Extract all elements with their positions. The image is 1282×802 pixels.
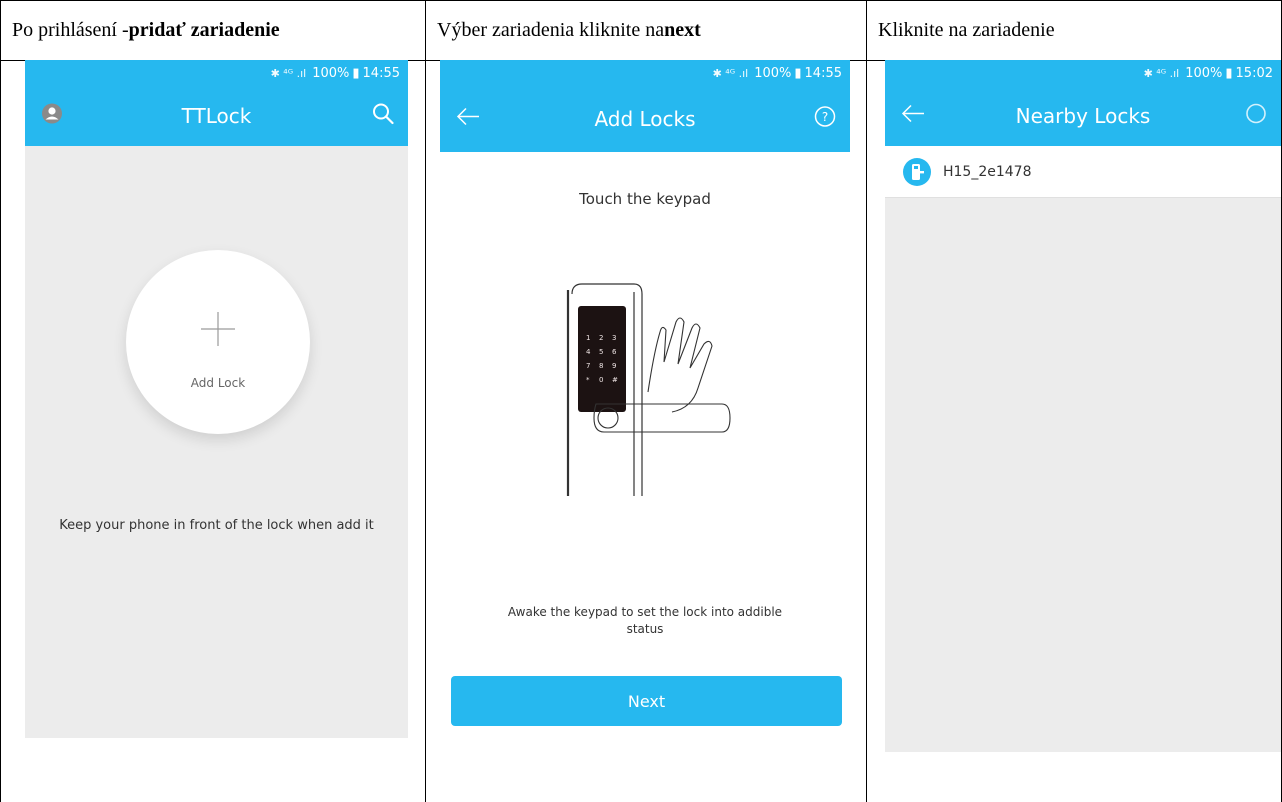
back-arrow-icon[interactable] xyxy=(456,107,480,131)
avatar-icon[interactable] xyxy=(41,103,63,130)
app-bar: Nearby Locks xyxy=(885,86,1281,146)
lock-name: H15_2e1478 xyxy=(943,163,1032,180)
list-item[interactable]: H15_2e1478 xyxy=(885,146,1281,198)
battery-icon: ▮ xyxy=(352,65,360,81)
search-icon[interactable] xyxy=(372,103,394,130)
svg-text:?: ? xyxy=(822,110,828,124)
refresh-spinner-icon[interactable] xyxy=(1245,103,1267,130)
bluetooth-icon: ✱ ⁴ᴳ .ıl xyxy=(712,66,749,80)
column-header-1: Po prihlásení - pridať zariadenie xyxy=(0,0,425,60)
battery-icon: ▮ xyxy=(1225,65,1233,81)
help-icon[interactable]: ? xyxy=(814,106,836,133)
keypad-key: 2 xyxy=(599,334,603,342)
keypad-key: 8 xyxy=(599,362,603,370)
header-text: Kliknite na zariadenie xyxy=(878,18,1055,41)
keypad-key: 5 xyxy=(599,348,603,356)
lock-device-icon xyxy=(903,157,931,186)
keypad-key: 7 xyxy=(586,362,590,370)
status-bar: ✱ ⁴ᴳ .ıl 100% ▮ 14:55 xyxy=(440,60,850,86)
hint-text: Keep your phone in front of the lock whe… xyxy=(59,518,374,533)
keypad-key: 4 xyxy=(586,348,591,356)
table-column-divider xyxy=(866,0,867,802)
battery-level: 100% xyxy=(1185,65,1223,81)
next-button[interactable]: Next xyxy=(451,676,842,726)
screen-title: Nearby Locks xyxy=(1015,104,1151,128)
keypad-key: 0 xyxy=(599,376,603,384)
table-column-divider xyxy=(425,0,426,802)
clock: 14:55 xyxy=(804,65,842,81)
header-text: Výber zariadenia kliknite na xyxy=(437,18,665,41)
battery-icon: ▮ xyxy=(794,65,802,81)
lock-keypad-illustration: 1 2 3 4 5 6 7 8 9 * 0 # xyxy=(564,282,734,503)
keypad-key: # xyxy=(612,376,618,384)
keypad-key: 1 xyxy=(586,334,590,342)
keypad-key: 6 xyxy=(612,348,617,356)
add-locks-screenshot: ✱ ⁴ᴳ .ıl 100% ▮ 14:55 Add Locks ? Touch … xyxy=(440,60,850,802)
keypad-key: * xyxy=(586,376,590,384)
battery-level: 100% xyxy=(754,65,792,81)
ttlock-home-screenshot: ✱ ⁴ᴳ .ıl 100% ▮ 14:55 TTLock Add Lock Ke… xyxy=(25,60,408,738)
table-border-left xyxy=(0,0,1,802)
column-header-2: Výber zariadenia kliknite na next xyxy=(425,0,866,60)
bluetooth-icon: ✱ ⁴ᴳ .ıl xyxy=(1143,66,1180,80)
bluetooth-icon: ✱ ⁴ᴳ .ıl xyxy=(270,66,307,80)
clock: 14:55 xyxy=(362,65,400,81)
keypad-key: 9 xyxy=(612,362,616,370)
instruction-text: Awake the keypad to set the lock into ad… xyxy=(507,605,783,636)
app-title: TTLock xyxy=(181,104,252,128)
touch-keypad-heading: Touch the keypad xyxy=(579,190,711,208)
battery-level: 100% xyxy=(312,65,350,81)
header-bold-text: pridať zariadenie xyxy=(128,18,280,41)
clock: 15:02 xyxy=(1235,65,1273,81)
add-lock-button[interactable]: Add Lock xyxy=(126,250,310,434)
back-arrow-icon[interactable] xyxy=(901,104,925,128)
add-lock-label: Add Lock xyxy=(190,376,246,390)
keypad-panel xyxy=(578,306,626,412)
header-text: Po prihlásení - xyxy=(12,18,129,41)
status-bar: ✱ ⁴ᴳ .ıl 100% ▮ 15:02 xyxy=(885,60,1281,86)
keypad-key: 3 xyxy=(612,334,616,342)
app-bar: TTLock xyxy=(25,86,408,146)
app-bar: Add Locks ? xyxy=(440,86,850,152)
status-bar: ✱ ⁴ᴳ .ıl 100% ▮ 14:55 xyxy=(25,60,408,86)
screen-title: Add Locks xyxy=(594,107,696,131)
column-header-3: Kliknite na zariadenie xyxy=(866,0,1281,60)
nearby-locks-screenshot: ✱ ⁴ᴳ .ıl 100% ▮ 15:02 Nearby Locks H15_2… xyxy=(885,60,1281,752)
header-bold-text: next xyxy=(664,18,701,41)
plus-icon xyxy=(201,312,235,351)
